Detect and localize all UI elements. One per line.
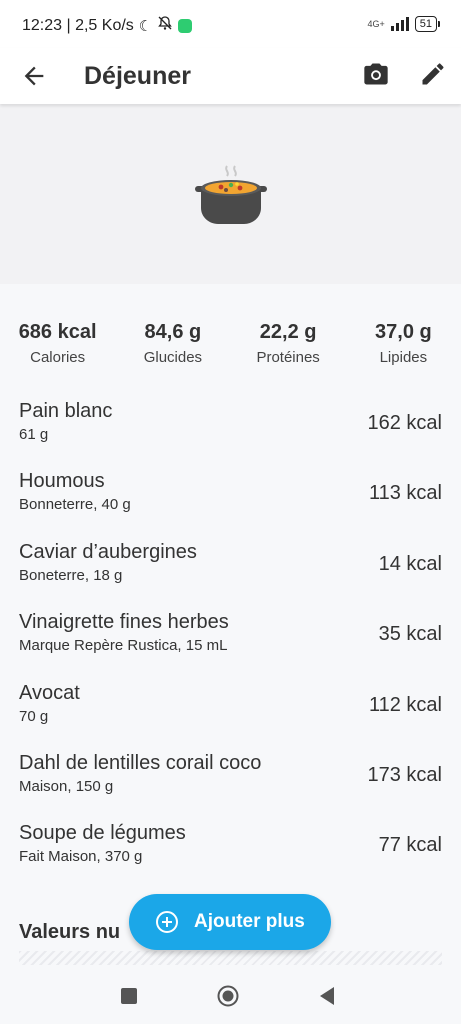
summary-label: Glucides: [143, 349, 203, 366]
summary-value: 37,0 g: [375, 321, 432, 343]
app-icon: [178, 18, 193, 33]
status-bar: 12:23 | 2,5 Ko/s ☾ 4G+ 51: [0, 0, 461, 48]
food-item-dahl[interactable]: Dahl de lentilles corail coco Maison, 15…: [0, 746, 461, 816]
moon-icon: ☾: [138, 17, 153, 35]
food-item-vinaigrette[interactable]: Vinaigrette fines herbes Marque Repère R…: [0, 605, 461, 675]
food-name: Vinaigrette fines herbes: [19, 611, 229, 634]
signal-icon: [390, 17, 409, 31]
section-divider: [19, 951, 442, 965]
summary-value: 686 kcal: [18, 321, 97, 343]
nutrition-values-title: Valeurs nu: [19, 921, 121, 943]
pot-emoji-icon: [195, 165, 267, 224]
food-name: Houmous: [19, 470, 105, 493]
food-detail: Bonneterre, 40 g: [19, 496, 131, 514]
meal-hero: [0, 104, 461, 284]
food-kcal: 112 kcal: [368, 693, 442, 716]
back-arrow-icon[interactable]: [20, 62, 48, 90]
food-list: Pain blanc 61 g 162 kcal Houmous Bonnete…: [0, 394, 461, 887]
summary-calories: 686 kcal Calories: [0, 316, 115, 368]
food-name: Pain blanc: [19, 400, 113, 422]
system-nav-bar: [0, 968, 461, 1024]
food-item-pain-blanc[interactable]: Pain blanc 61 g 162 kcal: [0, 394, 461, 464]
add-circle-icon: [156, 911, 178, 933]
app-bar: Déjeuner: [0, 48, 461, 104]
food-item-avocat[interactable]: Avocat 70 g 112 kcal: [0, 676, 461, 746]
status-left: 12:23 | 2,5 Ko/s ☾: [22, 15, 193, 36]
page-title: Déjeuner: [84, 62, 191, 90]
food-name: Soupe de légumes: [19, 822, 186, 845]
summary-value: 22,2 g: [259, 321, 317, 343]
food-kcal: 162 kcal: [367, 412, 443, 434]
summary-label: Calories: [30, 349, 86, 366]
food-item-caviar-aubergines[interactable]: Caviar d’aubergines Boneterre, 18 g 14 k…: [0, 535, 461, 605]
summary-label: Protéines: [256, 349, 320, 366]
nav-back-icon[interactable]: [318, 986, 336, 1006]
food-detail: Maison, 150 g: [19, 777, 114, 795]
food-name: Dahl de lentilles corail coco: [19, 751, 262, 774]
food-item-houmous[interactable]: Houmous Bonneterre, 40 g 113 kcal: [0, 464, 461, 534]
food-detail: 70 g: [19, 707, 49, 725]
edit-pencil-icon[interactable]: [419, 60, 447, 88]
summary-fats: 37,0 g Lipides: [346, 316, 461, 368]
summary-carbs: 84,6 g Glucides: [115, 316, 230, 368]
food-item-soupe[interactable]: Soupe de légumes Fait Maison, 370 g 77 k…: [0, 816, 461, 886]
food-detail: Marque Repère Rustica, 15 mL: [19, 637, 228, 655]
summary-label: Lipides: [379, 349, 428, 366]
status-right: 4G+ 51: [367, 16, 441, 32]
nutrition-summary: 686 kcal Calories 84,6 g Glucides 22,2 g…: [0, 316, 461, 368]
food-detail: 61 g: [19, 426, 49, 443]
food-kcal: 173 kcal: [367, 763, 443, 786]
nav-home-icon[interactable]: [217, 985, 239, 1007]
food-kcal: 35 kcal: [378, 623, 442, 646]
food-kcal: 113 kcal: [368, 482, 442, 505]
food-name: Avocat: [19, 681, 80, 704]
add-more-label: Ajouter plus: [194, 911, 305, 932]
status-time-speed: 12:23 | 2,5 Ko/s: [22, 16, 134, 34]
network-type: 4G+: [367, 18, 385, 29]
battery-icon: 51: [414, 16, 441, 32]
food-name: Caviar d’aubergines: [19, 540, 197, 563]
summary-proteins: 22,2 g Protéines: [231, 316, 346, 368]
summary-value: 84,6 g: [144, 321, 202, 343]
food-kcal: 14 kcal: [378, 552, 442, 575]
camera-icon[interactable]: [362, 60, 390, 88]
food-kcal: 77 kcal: [378, 834, 442, 857]
add-more-button[interactable]: Ajouter plus: [129, 894, 331, 950]
nav-recents-icon[interactable]: [121, 988, 137, 1004]
bell-off-icon: [157, 15, 173, 36]
food-detail: Fait Maison, 370 g: [19, 848, 143, 866]
food-detail: Boneterre, 18 g: [19, 566, 123, 584]
